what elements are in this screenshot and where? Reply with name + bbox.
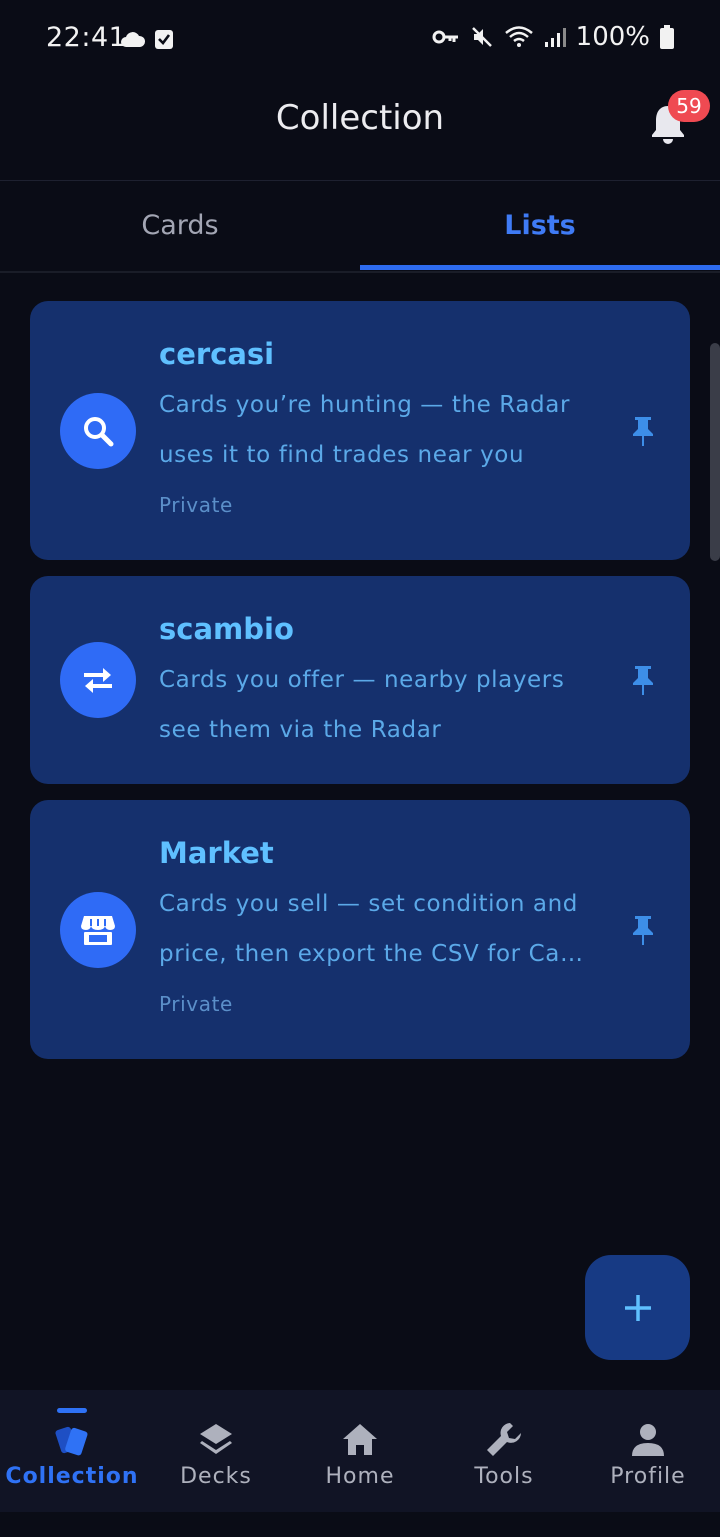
app-header: Collection (0, 80, 720, 181)
nav-label: Tools (474, 1464, 534, 1489)
nav-item-decks[interactable]: Decks (144, 1390, 288, 1512)
pin-icon[interactable] (630, 664, 656, 696)
list-description: Cards you sell — set condition and price… (159, 879, 629, 979)
status-bar: 22:41 100% (0, 0, 720, 80)
bottom-navigation: Collection Decks Home Tools Profile (0, 1390, 720, 1512)
cards-icon (55, 1426, 88, 1456)
status-time: 22:41 (46, 22, 127, 53)
system-gesture-area (0, 1512, 720, 1537)
search-icon (84, 417, 114, 447)
nav-item-collection[interactable]: Collection (0, 1390, 144, 1512)
notification-badge: 59 (668, 90, 710, 122)
status-left-icons (120, 28, 174, 50)
battery-icon (660, 25, 674, 49)
list-description-line: Cards you offer — nearby players (159, 667, 565, 693)
list-title: scambio (159, 612, 294, 646)
list-description: Cards you’re hunting — the Radar uses it… (159, 380, 629, 480)
scrollbar[interactable] (710, 343, 720, 561)
list-card-scambio[interactable]: scambio Cards you offer — nearby players… (30, 576, 690, 784)
list-title: cercasi (159, 337, 275, 371)
list-privacy-label: Private (159, 493, 233, 517)
pin-icon[interactable] (630, 415, 656, 447)
tab-lists[interactable]: Lists (360, 181, 720, 271)
vpn-key-icon (432, 30, 458, 44)
list-card-cercasi[interactable]: cercasi Cards you’re hunting — the Radar… (30, 301, 690, 560)
list-icon-circle (60, 892, 136, 968)
signal-icon (544, 28, 566, 47)
active-tab-indicator (360, 265, 720, 270)
list-card-market[interactable]: Market Cards you sell — set condition an… (30, 800, 690, 1059)
nav-label: Home (325, 1464, 395, 1489)
wifi-icon (504, 26, 533, 47)
page-title: Collection (275, 98, 445, 138)
list-icon-circle (60, 393, 136, 469)
tab-cards[interactable]: Cards (0, 181, 360, 271)
layers-icon (200, 1424, 232, 1454)
wrench-icon (487, 1423, 521, 1456)
mute-icon (471, 27, 492, 47)
pin-icon[interactable] (630, 914, 656, 946)
plus-icon (624, 1294, 651, 1321)
add-list-button[interactable] (585, 1255, 690, 1360)
swap-icon (84, 668, 112, 693)
battery-percentage: 100% (575, 22, 650, 52)
nav-label: Decks (180, 1464, 252, 1489)
home-icon (343, 1424, 377, 1455)
list-description-line: Cards you sell — set condition and (159, 891, 578, 917)
cloud-icon (121, 32, 146, 47)
list-privacy-label: Private (159, 992, 233, 1016)
nav-item-home[interactable]: Home (288, 1390, 432, 1512)
list-description-line: uses it to find trades near you (159, 442, 525, 468)
checkbox-icon (155, 30, 173, 49)
list-description: Cards you offer — nearby players see the… (159, 655, 629, 755)
list-icon-circle (60, 642, 136, 718)
list-title: Market (159, 836, 274, 870)
list-description-line: see them via the Radar (159, 717, 442, 743)
list-description-line: Cards you’re hunting — the Radar (159, 392, 570, 418)
status-right-icons: 100% (432, 22, 674, 52)
store-icon (81, 916, 115, 945)
nav-item-tools[interactable]: Tools (432, 1390, 576, 1512)
tab-bar: Cards Lists (0, 181, 720, 273)
list-description-line: price, then export the CSV for Ca… (159, 941, 584, 967)
nav-label: Collection (5, 1464, 139, 1489)
person-icon (632, 1424, 664, 1456)
nav-item-profile[interactable]: Profile (576, 1390, 720, 1512)
nav-label: Profile (610, 1464, 686, 1489)
nav-active-indicator (57, 1408, 87, 1413)
